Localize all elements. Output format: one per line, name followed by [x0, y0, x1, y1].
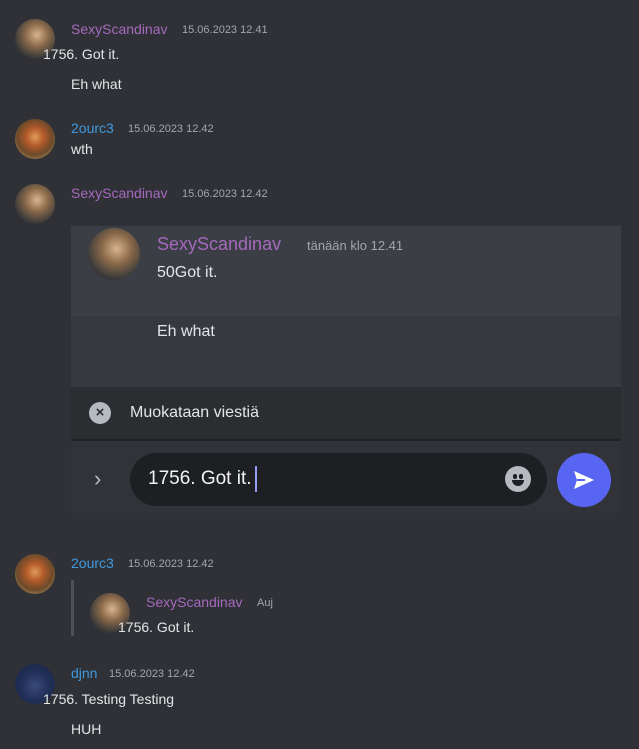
- avatar[interactable]: [15, 119, 55, 159]
- avatar: [88, 228, 140, 280]
- message-text: wth: [71, 141, 93, 157]
- timestamp: 15.06.2023 12.42: [109, 668, 195, 680]
- username[interactable]: SexyScandinav: [71, 185, 168, 201]
- edit-preview-body: [71, 316, 621, 387]
- username[interactable]: djnn: [71, 665, 97, 681]
- reply-text: 1756. Got it.: [118, 619, 195, 635]
- edit-preview-author: SexyScandinav: [157, 234, 282, 254]
- text-caret: [255, 466, 257, 492]
- send-button[interactable]: [557, 453, 611, 507]
- username[interactable]: 2ourc3: [71, 555, 114, 571]
- username[interactable]: 2ourc3: [71, 120, 114, 136]
- message-text: 1756. Got it.: [43, 46, 120, 62]
- avatar[interactable]: [15, 554, 55, 594]
- timestamp: 15.06.2023 12.42: [182, 188, 268, 200]
- message-text: Eh what: [71, 76, 122, 92]
- send-icon: [574, 471, 594, 489]
- username[interactable]: SexyScandinav: [71, 21, 168, 37]
- edit-preview-time: tänään klo 12.41: [307, 238, 404, 253]
- message-edit-input-text[interactable]: 1756. Got it.: [148, 468, 252, 490]
- edit-preview-text: 50Got it.: [157, 264, 218, 281]
- reply-indicator: [71, 580, 74, 636]
- message-text: 1756. Testing Testing: [43, 691, 175, 707]
- timestamp: 15.06.2023 12.42: [128, 558, 214, 570]
- close-circle-icon[interactable]: ×: [89, 402, 111, 424]
- avatar[interactable]: [15, 184, 55, 224]
- timestamp: 15.06.2023 12.41: [182, 24, 268, 36]
- chevron-right-icon[interactable]: ›: [94, 466, 101, 492]
- editing-label: Muokataan viestiä: [130, 404, 259, 421]
- edit-preview-text: Eh what: [157, 323, 215, 340]
- emoji-icon[interactable]: [505, 466, 531, 492]
- reply-time: Auj: [257, 597, 273, 609]
- reply-author[interactable]: SexyScandinav: [146, 594, 243, 610]
- message-text: HUH: [71, 721, 102, 737]
- timestamp: 15.06.2023 12.42: [128, 123, 214, 135]
